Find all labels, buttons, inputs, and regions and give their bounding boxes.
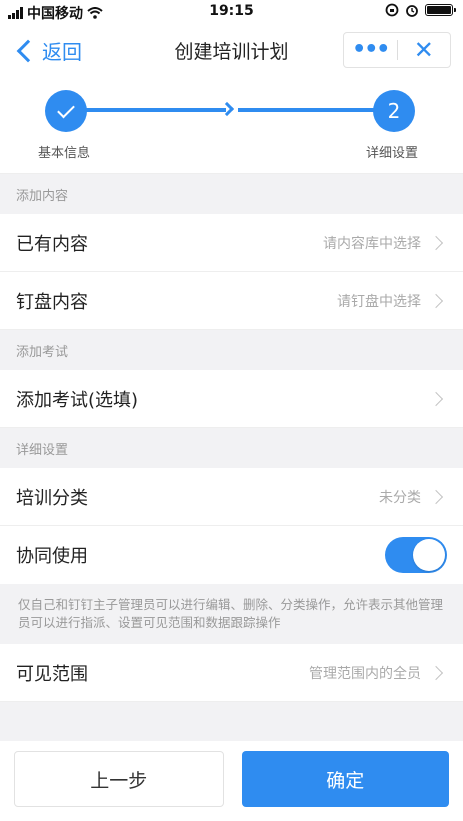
alarm-icon: [406, 5, 418, 17]
collab-note: 仅自己和钉钉主子管理员可以进行编辑、删除、分类操作，允许表示其他管理员可以进行指…: [0, 584, 463, 644]
step-arrow-icon: [219, 101, 235, 117]
row-existing-content[interactable]: 已有内容 请内容库中选择: [0, 214, 463, 272]
more-dots-icon[interactable]: •••: [344, 39, 397, 61]
step-1-label: 基本信息: [38, 146, 91, 161]
row-label: 协同使用: [16, 546, 88, 567]
section-header-detail: 详细设置: [16, 442, 69, 458]
step-2-circle: 2: [373, 90, 415, 132]
row-label: 已有内容: [16, 233, 88, 255]
status-bar: 中国移动 19:15: [0, 0, 463, 22]
section-header-add-content: 添加内容: [16, 188, 69, 204]
row-training-category[interactable]: 培训分类 未分类: [0, 468, 463, 526]
confirm-button[interactable]: 确定: [241, 751, 449, 807]
battery-icon: [425, 4, 456, 16]
row-label: 添加考试(选填): [16, 389, 139, 411]
row-value: 请内容库中选择: [323, 235, 421, 252]
row-value: 请钉盘中选择: [337, 293, 421, 310]
close-icon[interactable]: ✕: [398, 36, 451, 64]
check-icon: [57, 100, 75, 118]
chevron-right-icon: [428, 391, 444, 406]
prev-step-button[interactable]: 上一步: [14, 751, 224, 807]
chevron-right-icon: [428, 235, 444, 250]
step-2-number: 2: [387, 99, 401, 123]
step-1-circle: [45, 90, 87, 132]
toggle-knob: [413, 539, 445, 571]
bottom-bar: 上一步 确定: [0, 741, 463, 821]
row-add-exam[interactable]: 添加考试(选填): [0, 370, 463, 428]
row-label: 可见范围: [16, 663, 88, 685]
row-label: 钉盘内容: [16, 291, 88, 313]
chevron-right-icon: [428, 665, 444, 680]
row-label: 培训分类: [16, 487, 88, 509]
step-line-1: [66, 108, 226, 112]
row-collab: 协同使用: [0, 526, 463, 584]
collab-toggle[interactable]: [385, 537, 447, 573]
row-value: 管理范围内的全员: [309, 665, 421, 682]
row-value: 未分类: [379, 489, 421, 506]
chevron-right-icon: [428, 489, 444, 504]
step-2-label: 详细设置: [366, 146, 419, 161]
rotation-lock-icon: [385, 3, 399, 17]
stepper: 2 基本信息 详细设置: [0, 78, 463, 174]
nav-capsule: ••• ✕: [343, 32, 451, 68]
chevron-right-icon: [428, 293, 444, 308]
row-dingpan-content[interactable]: 钉盘内容 请钉盘中选择: [0, 272, 463, 330]
row-visibility[interactable]: 可见范围 管理范围内的全员: [0, 644, 463, 702]
section-header-add-exam: 添加考试: [16, 344, 69, 360]
nav-bar: 返回 创建培训计划 ••• ✕: [0, 22, 463, 78]
